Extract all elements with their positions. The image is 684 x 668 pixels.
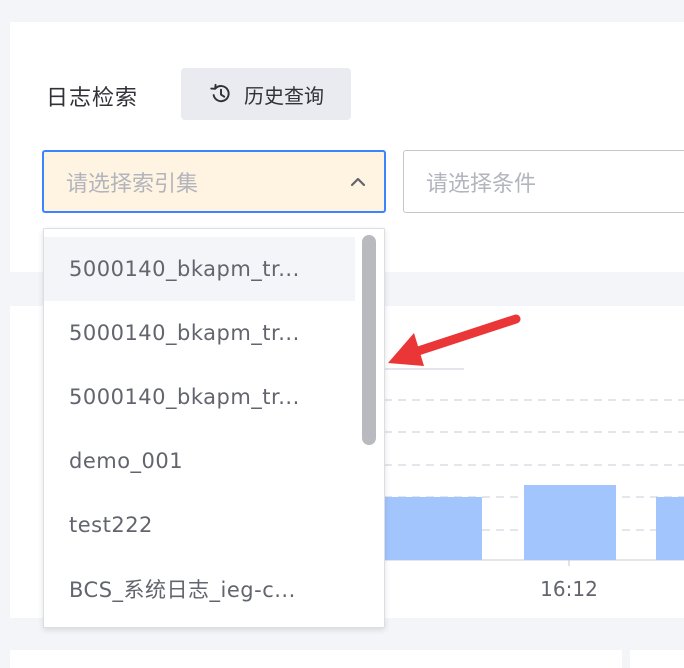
x-tick-label: 16:12 (540, 577, 598, 601)
chart-bar (656, 497, 684, 560)
dropdown-option[interactable]: 5000140_bkapm_tr... (44, 301, 355, 365)
history-query-label: 历史查询 (244, 83, 324, 108)
chevron-up-icon (350, 177, 366, 187)
dropdown-option[interactable]: 5000140_bkapm_tr... (44, 365, 355, 429)
page-title: 日志检索 (46, 86, 139, 111)
history-icon (210, 83, 230, 103)
dropdown-option[interactable]: 5000140_bkapm_tr... (44, 237, 355, 301)
condition-select[interactable]: 请选择条件 (403, 150, 684, 213)
annotation-arrow (388, 314, 521, 366)
dropdown-option[interactable]: BCS_系统日志_ieg-c... (44, 557, 355, 621)
dropdown-option[interactable]: test222 (44, 493, 355, 557)
condition-placeholder: 请选择条件 (426, 171, 537, 197)
dropdown-scrollbar-thumb[interactable] (362, 235, 376, 445)
chart-bars (360, 485, 684, 560)
chart-bar (524, 485, 616, 560)
index-set-placeholder: 请选择索引集 (66, 171, 199, 197)
index-set-select[interactable]: 请选择索引集 (42, 150, 386, 213)
history-query-button[interactable]: 历史查询 (181, 68, 351, 120)
dropdown-option[interactable]: demo_001 (44, 429, 355, 493)
index-set-dropdown: 5000140_bkapm_tr... 5000140_bkapm_tr... … (43, 228, 385, 628)
